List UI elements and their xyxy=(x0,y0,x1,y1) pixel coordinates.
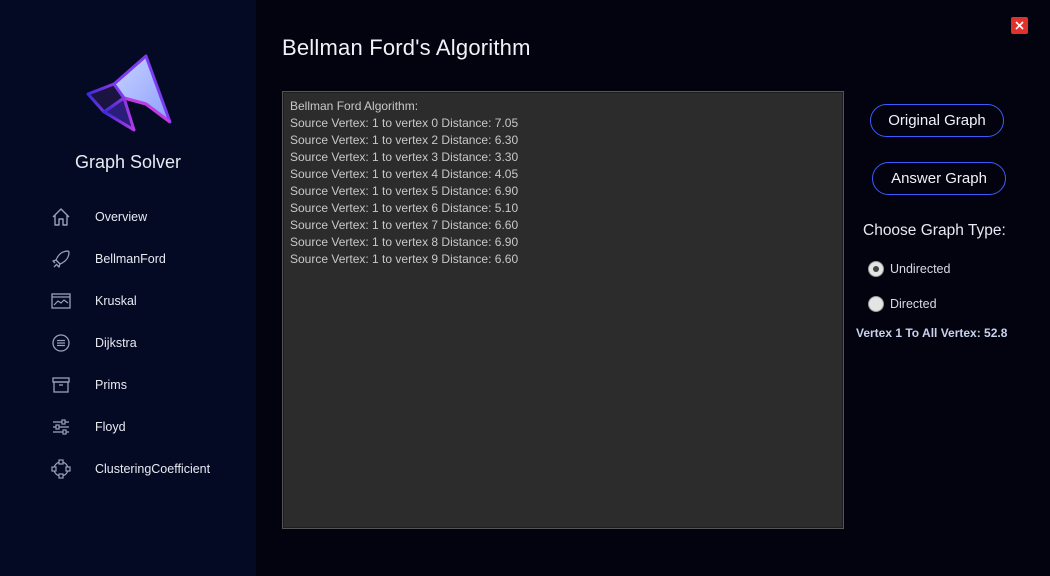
sidebar-item-bellmanford[interactable]: BellmanFord xyxy=(0,238,256,280)
output-line: Source Vertex: 1 to vertex 0 Distance: 7… xyxy=(290,116,519,130)
radio-button[interactable] xyxy=(868,296,884,312)
result-textarea[interactable]: Bellman Ford Algorithm: Source Vertex: 1… xyxy=(282,91,844,529)
sidebar-item-dijkstra[interactable]: Dijkstra xyxy=(0,322,256,364)
original-graph-button[interactable]: Original Graph xyxy=(870,104,1004,137)
sidebar-item-label: Dijkstra xyxy=(95,336,137,350)
sidebar-item-label: Kruskal xyxy=(95,294,137,308)
output-line: Bellman Ford Algorithm: xyxy=(290,99,419,113)
sidebar-item-label: BellmanFord xyxy=(95,252,166,266)
output-line: Source Vertex: 1 to vertex 3 Distance: 3… xyxy=(290,150,519,164)
page-title: Bellman Ford's Algorithm xyxy=(282,35,531,60)
output-line: Source Vertex: 1 to vertex 4 Distance: 4… xyxy=(290,167,519,181)
app-window: Graph Solver Overview BellmanFord Kruska… xyxy=(0,0,1050,576)
sidebar-item-label: ClusteringCoefficient xyxy=(95,462,211,476)
output-line: Source Vertex: 1 to vertex 5 Distance: 6… xyxy=(290,184,519,198)
list-circle-icon xyxy=(50,332,72,354)
sliders-icon xyxy=(50,416,72,438)
output-line: Source Vertex: 1 to vertex 8 Distance: 6… xyxy=(290,235,519,249)
output-line: Source Vertex: 1 to vertex 7 Distance: 6… xyxy=(290,218,519,232)
chart-window-icon xyxy=(50,290,72,312)
close-icon xyxy=(1015,21,1024,30)
sidebar-item-floyd[interactable]: Floyd xyxy=(0,406,256,448)
output-line: Source Vertex: 1 to vertex 6 Distance: 5… xyxy=(290,201,519,215)
sidebar-item-label: Overview xyxy=(95,210,148,224)
archive-box-icon xyxy=(50,374,72,396)
home-icon xyxy=(50,206,72,228)
rocket-icon xyxy=(50,248,72,270)
sidebar-item-kruskal[interactable]: Kruskal xyxy=(0,280,256,322)
graph-type-label: Choose Graph Type: xyxy=(863,222,1006,239)
sidebar-item-label: Prims xyxy=(95,378,127,392)
answer-graph-button[interactable]: Answer Graph xyxy=(872,162,1006,195)
total-distance-summary: Vertex 1 To All Vertex: 52.8 xyxy=(856,326,1008,340)
sidebar: Graph Solver Overview BellmanFord Kruska… xyxy=(0,0,256,576)
radio-label: Directed xyxy=(890,297,937,311)
output-line: Source Vertex: 1 to vertex 9 Distance: 6… xyxy=(290,252,519,266)
sidebar-item-overview[interactable]: Overview xyxy=(0,196,256,238)
app-name: Graph Solver xyxy=(74,152,182,172)
radio-button-checked[interactable] xyxy=(868,261,884,277)
radio-label: Undirected xyxy=(890,262,951,276)
app-logo-icon xyxy=(84,54,174,136)
sidebar-item-clusteringcoefficient[interactable]: ClusteringCoefficient xyxy=(0,448,256,490)
sidebar-item-label: Floyd xyxy=(95,420,126,434)
output-line: Source Vertex: 1 to vertex 2 Distance: 6… xyxy=(290,133,519,147)
sidebar-nav: Overview BellmanFord Kruskal Dijkstra Pr… xyxy=(0,196,256,490)
close-button[interactable] xyxy=(1011,17,1028,34)
nodes-ring-icon xyxy=(50,458,72,480)
sidebar-item-prims[interactable]: Prims xyxy=(0,364,256,406)
